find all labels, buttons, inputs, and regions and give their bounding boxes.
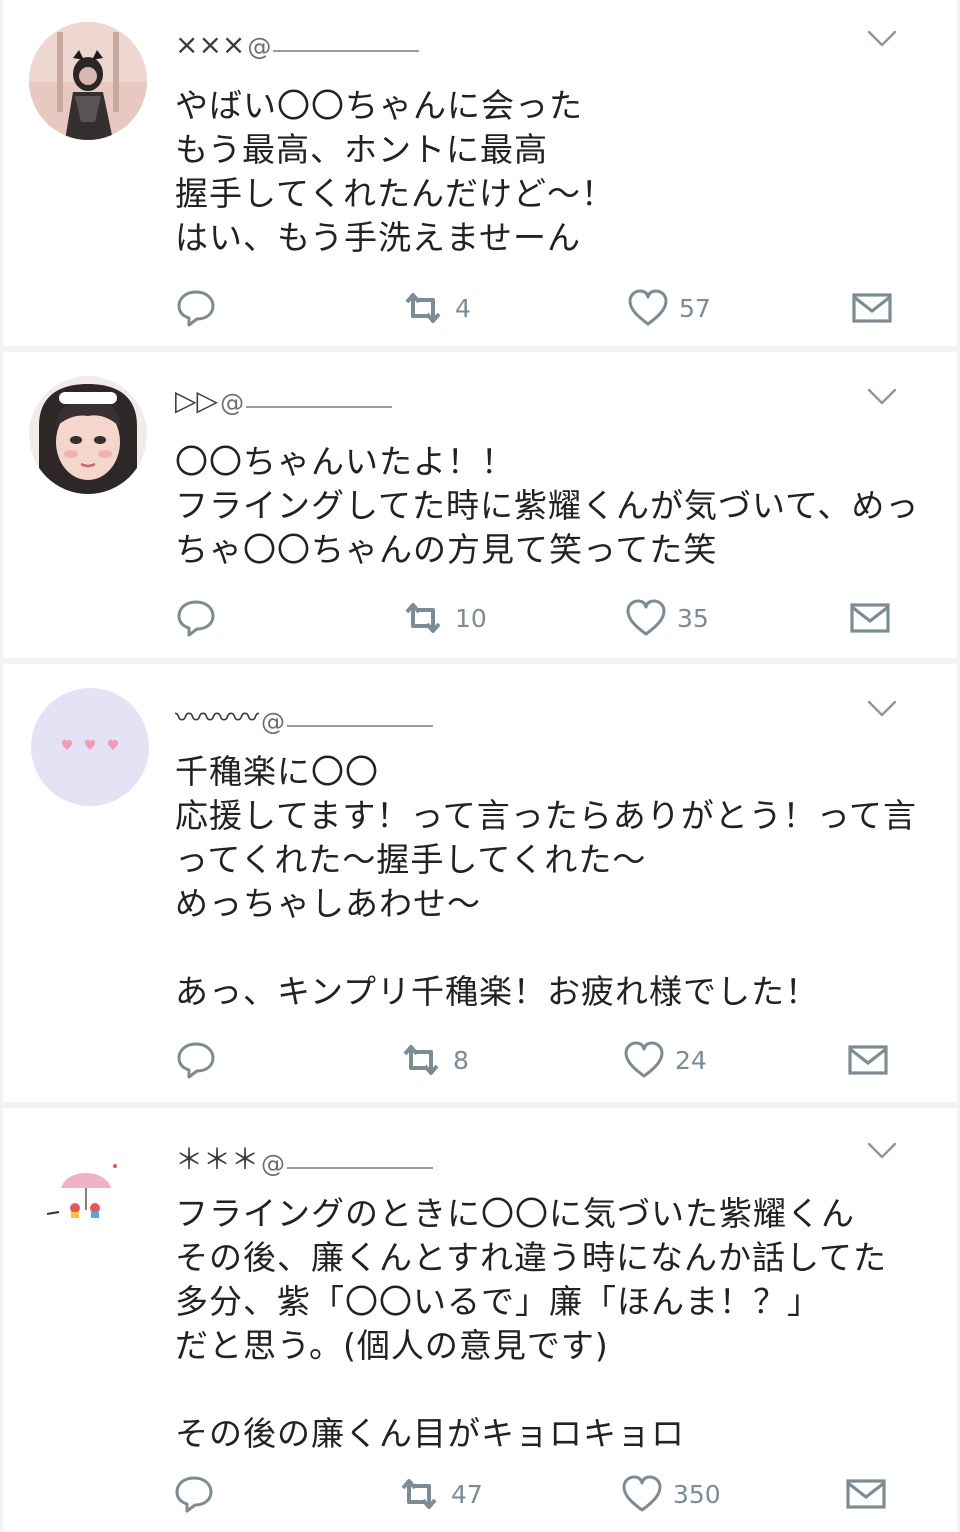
avatar[interactable] (31, 688, 149, 806)
dm-button[interactable] (851, 288, 893, 328)
tweet-feed: ××× @ やばい〇〇ちゃんに会った もう最高、ホントに最高 握手してくれたんだ… (0, 0, 960, 1532)
heart-icon (624, 1041, 664, 1078)
tweet-text: フライングのときに〇〇に気づいた紫耀くん その後、廉くんとすれ違う時になんか話し… (175, 1194, 888, 1453)
retweet-count: 10 (455, 603, 487, 633)
envelope-icon (846, 1479, 886, 1509)
like-count: 24 (675, 1045, 707, 1075)
dm-button[interactable] (845, 1474, 887, 1514)
at-symbol: @ (261, 1150, 286, 1178)
retweet-icon (403, 1045, 439, 1075)
retweet-button[interactable]: 10 (401, 598, 487, 638)
display-name: ＊＊＊ (175, 1143, 260, 1176)
chevron-down-icon[interactable] (867, 1142, 897, 1164)
chevron-down-icon[interactable] (867, 388, 897, 410)
avatar[interactable] (29, 22, 147, 140)
avatar[interactable] (29, 376, 147, 494)
like-button[interactable]: 35 (625, 598, 709, 638)
reply-button[interactable] (175, 288, 217, 328)
like-count: 350 (673, 1479, 721, 1509)
like-count: 57 (679, 293, 711, 323)
at-symbol: @ (247, 33, 272, 61)
tweet-handle[interactable]: ▷▷ @ (175, 384, 393, 417)
tweet-handle[interactable]: 〰〰〰 @ (175, 696, 434, 736)
tweet-actions: 47 350 (175, 1474, 895, 1514)
tweet-actions: 4 57 (175, 288, 895, 328)
reply-button[interactable] (175, 1040, 217, 1080)
envelope-icon (850, 603, 890, 633)
username-redacted-line (287, 725, 434, 727)
username-redacted-line (246, 406, 393, 408)
retweet-count: 4 (455, 293, 471, 323)
tweet-text: 千穐楽に〇〇 応援してます！って言ったらありがとう！って言 ってくれた〜握手して… (175, 752, 918, 1011)
tweet-card[interactable]: ▷▷ @ 〇〇ちゃんいたよ！！ フライングしてた時に紫耀くんが気づいて、めっ ち… (3, 352, 957, 658)
retweet-icon (405, 293, 441, 323)
tweet-handle[interactable]: ××× @ (175, 28, 420, 61)
tweet-text: やばい〇〇ちゃんに会った もう最高、ホントに最高 握手してくれたんだけど〜！ は… (175, 86, 616, 257)
envelope-icon (848, 1045, 888, 1075)
tweet-card[interactable]: ××× @ やばい〇〇ちゃんに会った もう最高、ホントに最高 握手してくれたんだ… (3, 0, 957, 346)
tweet-card[interactable]: ＊＊＊ @ フライングのときに〇〇に気づいた紫耀くん その後、廉くんとすれ違う時… (3, 1108, 957, 1532)
tweet-actions: 10 35 (175, 598, 895, 638)
tweet-card[interactable]: 〰〰〰 @ 千穐楽に〇〇 応援してます！って言ったらありがとう！って言 ってくれ… (3, 664, 957, 1102)
tweet-text: 〇〇ちゃんいたよ！！ フライングしてた時に紫耀くんが気づいて、めっ ちゃ〇〇ちゃ… (175, 442, 920, 569)
at-symbol: @ (220, 389, 245, 417)
retweet-count: 8 (453, 1045, 469, 1075)
display-name: ××× (175, 28, 246, 61)
like-button[interactable]: 57 (627, 288, 711, 328)
envelope-icon (852, 293, 892, 323)
tweet-handle[interactable]: ＊＊＊ @ (175, 1138, 434, 1178)
retweet-icon (405, 603, 441, 633)
retweet-count: 47 (451, 1479, 483, 1509)
reply-button[interactable] (173, 1474, 215, 1514)
chevron-down-icon[interactable] (867, 30, 897, 52)
heart-icon (628, 289, 668, 326)
tweet-actions: 8 24 (175, 1040, 895, 1080)
username-redacted-line (287, 1167, 434, 1169)
chevron-down-icon[interactable] (867, 700, 897, 722)
display-name: 〰〰〰 (175, 701, 260, 734)
at-symbol: @ (261, 708, 286, 736)
like-count: 35 (677, 603, 709, 633)
retweet-button[interactable]: 8 (399, 1040, 469, 1080)
heart-icon (626, 599, 666, 636)
dm-button[interactable] (847, 1040, 889, 1080)
retweet-button[interactable]: 47 (397, 1474, 483, 1514)
reply-icon (177, 600, 215, 637)
reply-icon (177, 290, 215, 327)
retweet-icon (401, 1479, 437, 1509)
avatar[interactable] (27, 1132, 145, 1250)
heart-icon (622, 1475, 662, 1512)
display-name: ▷▷ (175, 384, 219, 417)
reply-button[interactable] (175, 598, 217, 638)
dm-button[interactable] (849, 598, 891, 638)
like-button[interactable]: 350 (621, 1474, 721, 1514)
like-button[interactable]: 24 (623, 1040, 707, 1080)
reply-icon (177, 1042, 215, 1079)
username-redacted-line (273, 50, 420, 52)
reply-icon (175, 1476, 213, 1513)
retweet-button[interactable]: 4 (401, 288, 471, 328)
